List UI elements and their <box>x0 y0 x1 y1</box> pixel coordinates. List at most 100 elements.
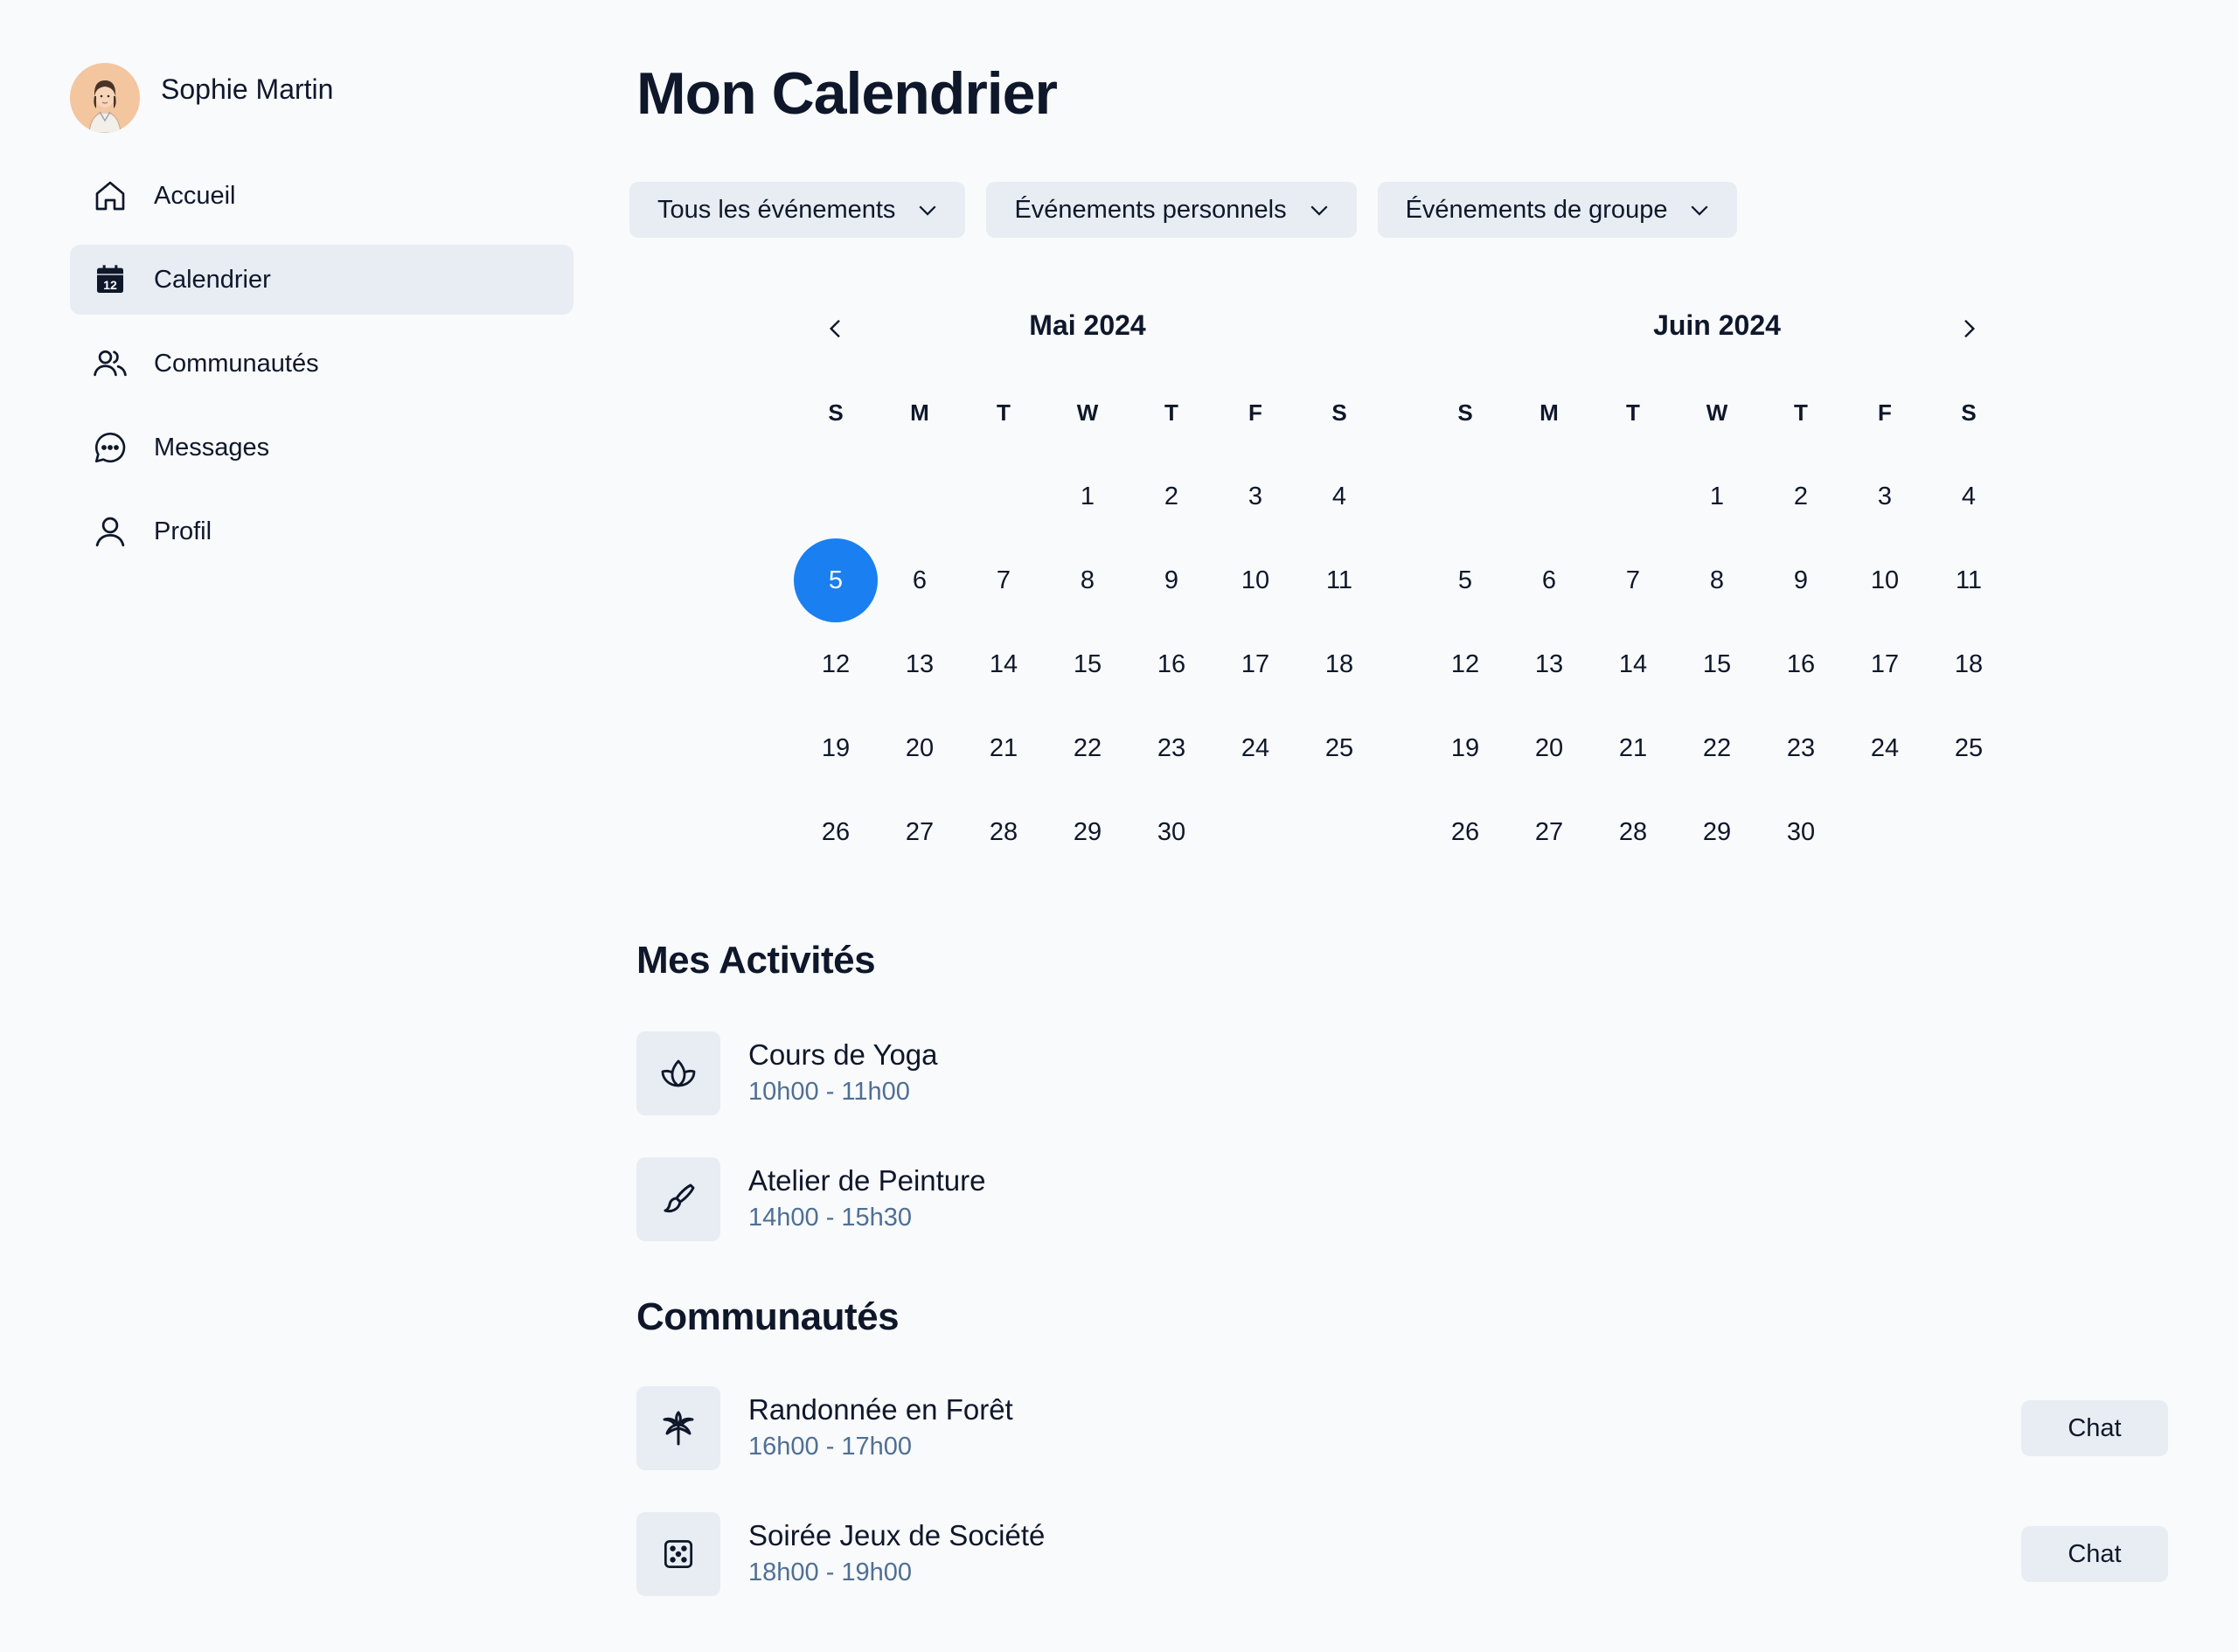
user-icon <box>91 512 129 551</box>
calendar-day[interactable]: 13 <box>1507 622 1591 706</box>
calendar-day[interactable]: 19 <box>794 706 878 790</box>
calendar-day[interactable]: 9 <box>1129 538 1213 622</box>
weekday-header: T <box>1794 399 1808 426</box>
calendar-day[interactable]: 21 <box>962 706 1046 790</box>
calendar-day[interactable]: 26 <box>794 790 878 874</box>
calendar-day[interactable]: 14 <box>1591 622 1675 706</box>
calendar-day[interactable]: 15 <box>1046 622 1129 706</box>
day-number: 22 <box>1073 733 1102 762</box>
calendar-day[interactable]: 10 <box>1843 538 1927 622</box>
calendar-day[interactable]: 7 <box>962 538 1046 622</box>
calendar-day[interactable]: 28 <box>1591 790 1675 874</box>
calendar-day[interactable]: 20 <box>1507 706 1591 790</box>
calendar-day[interactable]: 6 <box>878 538 962 622</box>
calendar-day[interactable]: 8 <box>1046 538 1129 622</box>
weekday-header: M <box>1539 399 1559 426</box>
sidebar-item-calendrier[interactable]: 12 Calendrier <box>70 245 573 315</box>
calendar-day[interactable]: 16 <box>1129 622 1213 706</box>
avatar <box>70 63 140 133</box>
month-title-may: Mai 2024 <box>1029 309 1146 341</box>
calendar-day[interactable]: 25 <box>1297 706 1381 790</box>
activity-item[interactable]: Cours de Yoga 10h00 - 11h00 <box>636 1031 2168 1115</box>
filter-bar: Tous les événements Événements personnel… <box>629 182 1738 238</box>
sidebar-item-accueil[interactable]: Accueil <box>70 161 573 231</box>
sidebar-item-communautes[interactable]: Communautés <box>70 329 573 399</box>
calendar-day[interactable]: 18 <box>1927 622 2011 706</box>
calendar-day[interactable]: 11 <box>1297 538 1381 622</box>
calendar-day[interactable]: 15 <box>1675 622 1759 706</box>
calendar-day[interactable]: 29 <box>1046 790 1129 874</box>
calendar-day[interactable]: 7 <box>1591 538 1675 622</box>
calendar-day[interactable]: 4 <box>1927 455 2011 538</box>
calendar-day[interactable]: 22 <box>1675 706 1759 790</box>
calendar-day[interactable]: 19 <box>1423 706 1507 790</box>
sidebar-item-label: Communautés <box>154 349 319 378</box>
calendar-day[interactable]: 28 <box>962 790 1046 874</box>
day-number: 24 <box>1241 733 1270 762</box>
calendar-day[interactable]: 23 <box>1759 706 1843 790</box>
calendar-day[interactable]: 1 <box>1046 455 1129 538</box>
calendar-day[interactable]: 30 <box>1129 790 1213 874</box>
calendar-day[interactable]: 14 <box>962 622 1046 706</box>
day-number: 19 <box>1450 733 1480 762</box>
calendar-day[interactable]: 25 <box>1927 706 2011 790</box>
community-item[interactable]: Soirée Jeux de Société 18h00 - 19h00 Cha… <box>636 1512 2168 1596</box>
calendar-day[interactable]: 12 <box>1423 622 1507 706</box>
calendar-day[interactable]: 2 <box>1129 455 1213 538</box>
calendar-day[interactable]: 8 <box>1675 538 1759 622</box>
activity-item[interactable]: Atelier de Peinture 14h00 - 15h30 <box>636 1157 2168 1241</box>
day-number: 25 <box>1954 733 1984 762</box>
chevron-right-icon <box>1964 319 1976 338</box>
calendar-day[interactable]: 27 <box>878 790 962 874</box>
calendar-day[interactable]: 17 <box>1213 622 1297 706</box>
sidebar-item-profil[interactable]: Profil <box>70 496 573 566</box>
calendar-day[interactable]: 5 <box>1423 538 1507 622</box>
calendar-day[interactable]: 10 <box>1213 538 1297 622</box>
day-number: 2 <box>1793 482 1809 510</box>
calendar-day[interactable]: 1 <box>1675 455 1759 538</box>
calendar-day-selected[interactable]: 5 <box>794 538 878 622</box>
empty-day-cell <box>1423 455 1507 538</box>
calendar-day[interactable]: 21 <box>1591 706 1675 790</box>
calendar-day[interactable]: 22 <box>1046 706 1129 790</box>
weekday-header: S <box>1961 399 1977 426</box>
calendar-day[interactable]: 11 <box>1927 538 2011 622</box>
calendar-day[interactable]: 24 <box>1843 706 1927 790</box>
calendar-day[interactable]: 16 <box>1759 622 1843 706</box>
sidebar-item-label: Accueil <box>154 181 236 210</box>
weekday-header: T <box>1626 399 1640 426</box>
calendar-day[interactable]: 12 <box>794 622 878 706</box>
calendar-grid-may: S M T W T F S 1 2 3 4 5 6 7 8 9 10 11 12 13 14 15 16 17 18 19 20 21… <box>794 371 1381 874</box>
filter-all-events[interactable]: Tous les événements <box>629 182 966 238</box>
calendar-day[interactable]: 6 <box>1507 538 1591 622</box>
day-number: 29 <box>1073 817 1102 846</box>
calendar-day[interactable]: 2 <box>1759 455 1843 538</box>
calendar-day[interactable]: 17 <box>1843 622 1927 706</box>
empty-day-cell <box>794 455 878 538</box>
weekday-header: M <box>910 399 929 426</box>
calendar-day[interactable]: 3 <box>1213 455 1297 538</box>
chat-button[interactable]: Chat <box>2021 1526 2168 1582</box>
calendar-day[interactable]: 26 <box>1423 790 1507 874</box>
calendar-day[interactable]: 3 <box>1843 455 1927 538</box>
calendar-day[interactable]: 24 <box>1213 706 1297 790</box>
previous-month-button[interactable] <box>811 304 860 353</box>
day-number: 20 <box>1534 733 1564 762</box>
chat-button[interactable]: Chat <box>2021 1400 2168 1456</box>
calendar-day[interactable]: 23 <box>1129 706 1213 790</box>
calendar-day[interactable]: 13 <box>878 622 962 706</box>
calendar-day[interactable]: 27 <box>1507 790 1591 874</box>
calendar-day[interactable]: 20 <box>878 706 962 790</box>
sidebar-item-messages[interactable]: Messages <box>70 413 573 482</box>
calendar-day[interactable]: 18 <box>1297 622 1381 706</box>
calendar-day[interactable]: 30 <box>1759 790 1843 874</box>
filter-personal-events[interactable]: Événements personnels <box>986 182 1357 238</box>
day-number: 5 <box>794 538 878 622</box>
calendar-day[interactable]: 9 <box>1759 538 1843 622</box>
calendar-day[interactable]: 4 <box>1297 455 1381 538</box>
user-profile[interactable]: Sophie Martin <box>70 61 573 135</box>
calendar-day[interactable]: 29 <box>1675 790 1759 874</box>
filter-group-events[interactable]: Événements de groupe <box>1377 182 1738 238</box>
community-item[interactable]: Randonnée en Forêt 16h00 - 17h00 Chat <box>636 1386 2168 1470</box>
next-month-button[interactable] <box>1944 304 1993 353</box>
